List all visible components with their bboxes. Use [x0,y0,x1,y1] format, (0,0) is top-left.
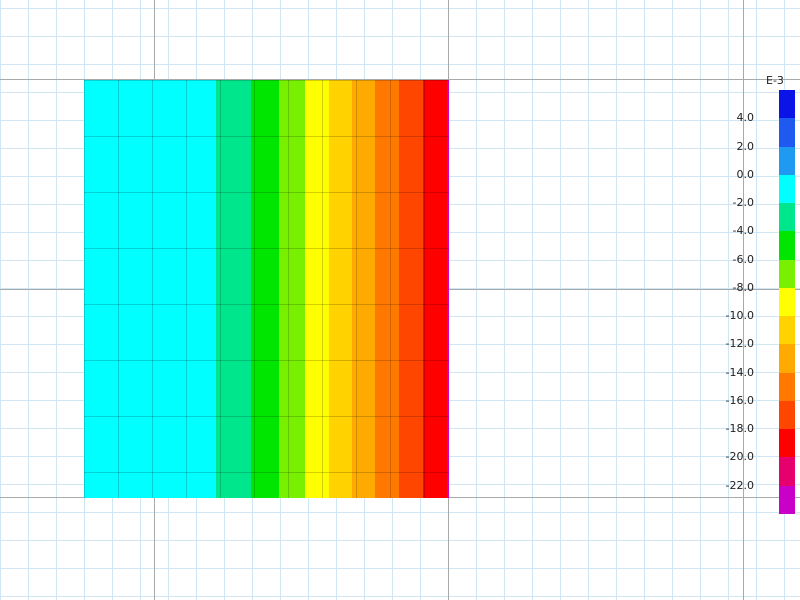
legend-tick-label: -22.0 [725,478,754,492]
legend-swatch [779,287,795,317]
legend-tick-label: -4.0 [732,224,754,238]
legend-tick-label: 4.0 [736,111,755,125]
contour-band [279,80,305,498]
legend-swatch [779,457,795,486]
contour-band [251,80,279,498]
contour-band [447,80,449,498]
legend-swatch [779,259,795,288]
legend-swatch [779,344,795,373]
legend-swatch [779,400,795,430]
contour-plot[interactable] [84,80,449,498]
contour-band [399,80,423,498]
legend-tick-label: -8.0 [732,280,754,294]
contour-band [352,80,375,498]
legend-tick-label: -20.0 [725,450,754,464]
contour-band [305,80,329,498]
legend-tick-label: -6.0 [732,252,754,266]
legend-swatch [779,231,795,260]
legend-tick-label: -2.0 [732,196,754,210]
contour-band [375,80,399,498]
contour-band [216,80,251,498]
grid-axis-line [743,0,744,600]
legend-tick-label: -14.0 [725,365,754,379]
legend-tick-label: -16.0 [725,393,754,407]
legend-title: E-3 [766,74,784,87]
contour-band [84,80,216,498]
legend-swatch [779,203,795,232]
contour-band [423,80,447,498]
model-viewport[interactable] [0,0,800,600]
legend-swatch [779,118,795,147]
legend-tick-label: -12.0 [725,337,754,351]
contour-band [329,80,352,498]
legend-swatch [779,372,795,401]
legend-swatch [779,429,795,458]
legend-color-bar [779,90,795,514]
legend-swatch [779,174,795,204]
legend-swatch [779,485,795,514]
legend-swatch [779,90,795,119]
legend-tick-label: -18.0 [725,422,754,436]
legend-tick-label: 2.0 [736,139,755,153]
legend-swatch [779,316,795,345]
legend-swatch [779,146,795,175]
legend-tick-label: -10.0 [725,309,754,323]
legend-tick-label: 0.0 [736,167,755,181]
